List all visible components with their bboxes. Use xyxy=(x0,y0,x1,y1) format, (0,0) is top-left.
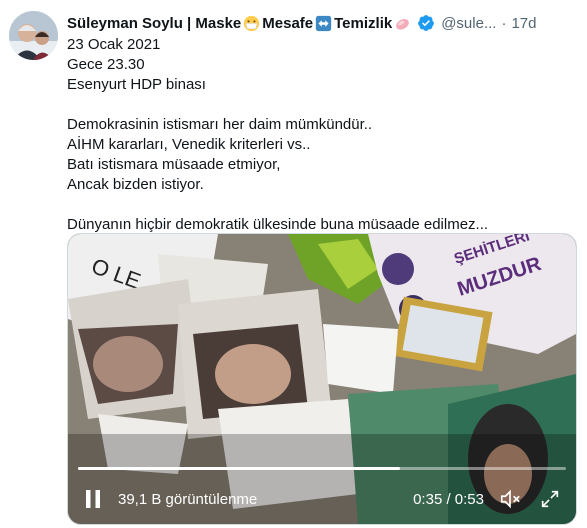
left-right-arrow-icon xyxy=(315,15,332,31)
video-controls: 39,1 B görüntülenme 0:35 / 0:53 xyxy=(68,479,576,519)
video-time: 0:35 / 0:53 xyxy=(413,490,484,508)
pause-icon[interactable] xyxy=(82,488,104,510)
tweet-line: Ancak bizden istiyor. xyxy=(67,176,204,193)
video-player[interactable]: O LE ŞEHİTLERİ MUZDUR 39,1 B görüntülenm… xyxy=(67,233,577,525)
verified-badge-icon xyxy=(418,15,435,31)
tweet-line: Batı istismara müsaade etmiyor, xyxy=(67,156,281,173)
tweet-line xyxy=(67,95,567,115)
fullscreen-icon[interactable] xyxy=(538,487,562,511)
face-with-mask-icon xyxy=(244,15,260,31)
view-count: 39,1 B görüntülenme xyxy=(118,490,258,508)
tweet-text: 23 Ocak 2021 Gece 23.30 Esenyurt HDP bin… xyxy=(67,35,567,235)
author-name[interactable]: Süleyman Soylu | Maske Mesafe Temizlik xyxy=(67,15,413,32)
tweet-line xyxy=(67,195,567,215)
tweet-header: Süleyman Soylu | Maske Mesafe Temizlik @… xyxy=(67,12,577,34)
tweet-line: Demokrasinin istismarı her daim mümkündü… xyxy=(67,116,373,133)
video-progress-bar[interactable] xyxy=(78,467,566,470)
author-name-part-2: Mesafe xyxy=(262,14,314,32)
video-progress-fill xyxy=(78,467,401,470)
author-handle[interactable]: @sule... xyxy=(441,15,496,32)
tweet-line: 23 Ocak 2021 xyxy=(67,36,161,53)
tweet-time[interactable]: 17d xyxy=(511,15,536,32)
author-name-part-1: Süleyman Soylu | Maske xyxy=(67,14,242,32)
tweet-line: AİHM kararları, Venedik kriterleri vs.. xyxy=(67,136,311,153)
speaker-muted-icon[interactable] xyxy=(498,487,522,511)
soap-icon xyxy=(396,18,410,30)
dot-separator: · xyxy=(501,14,507,32)
avatar[interactable] xyxy=(9,11,58,60)
author-name-part-3: Temizlik xyxy=(334,14,393,32)
tweet-line: Dünyanın hiçbir demokratik ülkesinde bun… xyxy=(67,216,489,233)
tweet-line: Esenyurt HDP binası xyxy=(67,76,206,93)
tweet-line: Gece 23.30 xyxy=(67,56,145,73)
